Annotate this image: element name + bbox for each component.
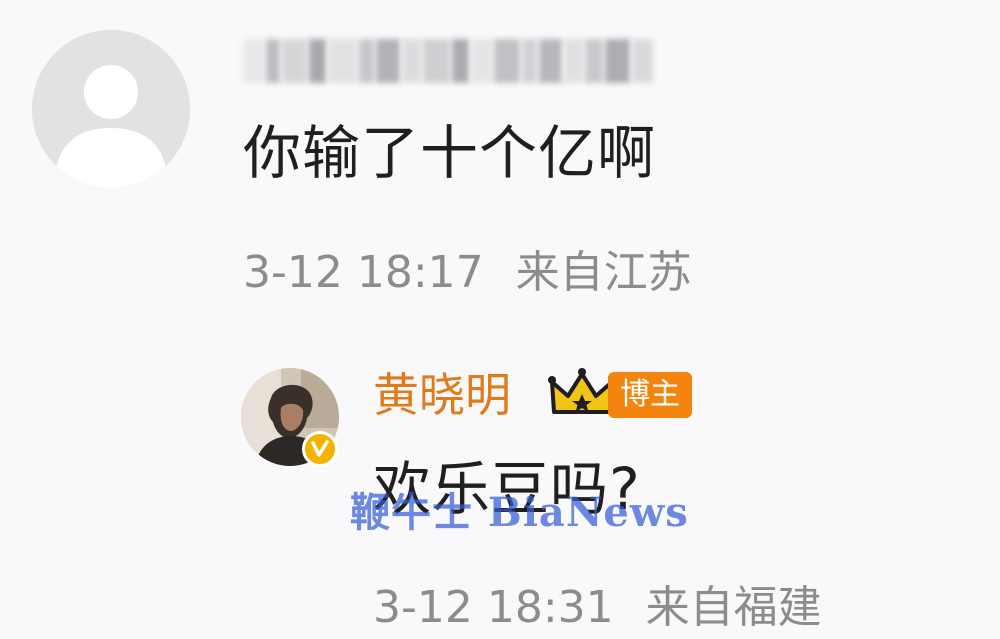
mosaic-block <box>422 39 450 83</box>
default-user-icon <box>32 30 190 188</box>
reply-location: 来自福建 <box>645 582 822 633</box>
commenter-name-blurred[interactable] <box>243 38 653 84</box>
mosaic-block <box>631 39 653 83</box>
reply-time: 3-12 18:31 <box>373 582 614 633</box>
comment-meta: 3-12 18:17 来自江苏 <box>243 245 692 301</box>
replier-name[interactable]: 黄晓明 <box>373 364 511 426</box>
mosaic-block <box>564 39 584 83</box>
mosaic-block <box>585 39 603 83</box>
verified-badge-icon <box>302 431 338 467</box>
comment-text: 你输了十个亿啊 <box>243 119 657 187</box>
blogger-role-badge: 博主 <box>608 372 692 418</box>
mosaic-block <box>471 39 493 83</box>
comment-time: 3-12 18:17 <box>243 247 484 298</box>
mosaic-block <box>538 39 563 83</box>
mosaic-block <box>308 39 327 83</box>
mosaic-block <box>243 39 265 83</box>
comment-location: 来自江苏 <box>515 247 692 298</box>
mosaic-block <box>494 39 520 83</box>
mosaic-block <box>359 39 375 83</box>
mosaic-block <box>328 39 358 83</box>
mosaic-block <box>604 39 630 83</box>
mosaic-block <box>451 39 470 83</box>
mosaic-block <box>266 39 280 83</box>
commenter-avatar[interactable] <box>32 30 190 188</box>
crown-icon <box>548 366 616 420</box>
mosaic-block <box>521 39 537 83</box>
watermark-text: 鞭牛士 BiaNews <box>350 489 689 536</box>
comment-thread: 你输了十个亿啊 3-12 18:17 来自江苏 黄晓明 博主 欢乐豆吗? 鞭牛士… <box>0 0 1000 639</box>
reply-meta: 3-12 18:31 来自福建 <box>373 580 822 636</box>
mosaic-block <box>281 39 307 83</box>
mosaic-block <box>376 39 400 83</box>
mosaic-block <box>401 39 421 83</box>
